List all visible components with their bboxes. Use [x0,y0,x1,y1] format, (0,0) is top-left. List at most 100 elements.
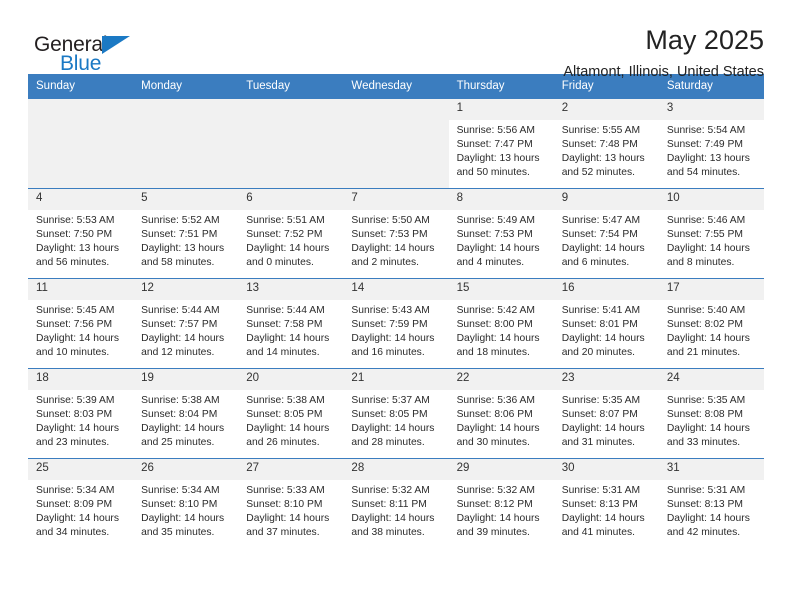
sunset-text: Sunset: 8:04 PM [141,408,218,420]
general-blue-logo[interactable]: General Blue [28,26,143,78]
sunset-text: Sunset: 7:50 PM [36,228,113,240]
calendar-week-row: 1 Sunrise: 5:56 AM Sunset: 7:47 PM Daylight… [28,98,764,189]
location-subtitle: Altamont, Illinois, United States [563,64,764,81]
calendar-day-cell[interactable]: 31 Sunrise: 5:31 AM Sunset: 8:13 PM Dayligh… [658,458,764,549]
calendar-day-cell[interactable]: 8 Sunrise: 5:49 AM Sunset: 7:53 PM Daylight… [448,188,554,279]
sunset-text: Sunset: 7:54 PM [561,228,638,240]
daylight-text: Daylight: 14 hours and 26 minutes. [246,422,330,449]
calendar-day-cell[interactable]: 10 Sunrise: 5:46 AM Sunset: 7:55 PM Dayligh… [658,188,764,279]
calendar-day-cell[interactable]: 20 Sunrise: 5:38 AM Sunset: 8:05 PM Dayligh… [238,368,344,459]
calendar-day-cell-empty [133,98,239,189]
dow-header-thursday: Thursday [448,74,554,99]
day-number: 9 [553,189,659,210]
sunset-text: Sunset: 7:59 PM [351,318,428,330]
sunset-text: Sunset: 8:09 PM [36,498,113,510]
dow-header-tuesday: Tuesday [238,74,344,99]
sunrise-text: Sunrise: 5:31 AM [666,484,746,496]
logo-text-blue: Blue [60,52,102,75]
calendar-day-cell[interactable]: 23 Sunrise: 5:35 AM Sunset: 8:07 PM Dayligh… [553,368,659,459]
day-details: Sunrise: 5:40 AM Sunset: 8:02 PM Daylight:… [659,300,764,361]
day-number: 6 [238,189,344,210]
sunrise-text: Sunrise: 5:32 AM [351,484,430,496]
calendar-day-cell[interactable]: 1 Sunrise: 5:56 AM Sunset: 7:47 PM Daylight… [448,98,554,189]
calendar-day-cell[interactable]: 30 Sunrise: 5:31 AM Sunset: 8:13 PM Dayligh… [553,458,659,549]
sunrise-text: Sunrise: 5:54 AM [666,124,746,136]
calendar-day-cell[interactable]: 3 Sunrise: 5:54 AM Sunset: 7:49 PM Daylight… [658,98,764,189]
calendar-day-cell[interactable]: 16 Sunrise: 5:41 AM Sunset: 8:01 PM Dayligh… [553,278,659,369]
calendar-day-cell[interactable]: 12 Sunrise: 5:44 AM Sunset: 7:57 PM Dayligh… [133,278,239,369]
calendar-day-cell[interactable]: 2 Sunrise: 5:55 AM Sunset: 7:48 PM Daylight… [553,98,659,189]
day-details: Sunrise: 5:43 AM Sunset: 7:59 PM Daylight:… [343,300,448,361]
day-number [343,99,449,108]
calendar-day-cell[interactable]: 13 Sunrise: 5:44 AM Sunset: 7:58 PM Dayligh… [238,278,344,369]
sunset-text: Sunset: 8:13 PM [561,498,638,510]
calendar-day-cell[interactable]: 27 Sunrise: 5:33 AM Sunset: 8:10 PM Dayligh… [238,458,344,549]
day-details: Sunrise: 5:39 AM Sunset: 8:03 PM Daylight:… [28,390,133,451]
calendar-day-cell[interactable]: 28 Sunrise: 5:32 AM Sunset: 8:11 PM Dayligh… [343,458,449,549]
sunset-text: Sunset: 7:53 PM [351,228,428,240]
daylight-text: Daylight: 14 hours and 0 minutes. [246,242,330,269]
day-number: 14 [343,279,449,300]
sunset-text: Sunset: 8:11 PM [351,498,427,510]
sunset-text: Sunset: 7:56 PM [36,318,113,330]
day-details: Sunrise: 5:32 AM Sunset: 8:11 PM Daylight:… [343,480,448,541]
sunset-text: Sunset: 7:55 PM [666,228,743,240]
daylight-text: Daylight: 14 hours and 12 minutes. [141,332,225,359]
calendar-day-cell[interactable]: 24 Sunrise: 5:35 AM Sunset: 8:08 PM Dayligh… [658,368,764,459]
sunrise-text: Sunrise: 5:56 AM [456,124,535,136]
day-details: Sunrise: 5:55 AM Sunset: 7:48 PM Daylight:… [554,120,659,181]
dow-header-wednesday: Wednesday [343,74,449,99]
day-details: Sunrise: 5:54 AM Sunset: 7:49 PM Daylight:… [659,120,764,181]
sunset-text: Sunset: 7:49 PM [666,138,743,150]
day-number: 4 [28,189,134,210]
calendar-week-row: 11 Sunrise: 5:45 AM Sunset: 7:56 PM Dayligh… [28,278,764,369]
calendar-day-cell[interactable]: 29 Sunrise: 5:32 AM Sunset: 8:12 PM Dayligh… [448,458,554,549]
sunset-text: Sunset: 7:57 PM [141,318,218,330]
daylight-text: Daylight: 14 hours and 35 minutes. [141,512,225,539]
day-number: 26 [133,459,239,480]
sunrise-text: Sunrise: 5:37 AM [351,394,430,406]
calendar-day-cell[interactable]: 18 Sunrise: 5:39 AM Sunset: 8:03 PM Dayligh… [28,368,134,459]
sunrise-text: Sunrise: 5:38 AM [246,394,325,406]
day-details: Sunrise: 5:52 AM Sunset: 7:51 PM Daylight:… [133,210,238,271]
calendar-day-cell[interactable]: 17 Sunrise: 5:40 AM Sunset: 8:02 PM Dayligh… [658,278,764,369]
calendar-day-cell[interactable]: 25 Sunrise: 5:34 AM Sunset: 8:09 PM Dayligh… [28,458,134,549]
day-number: 22 [448,369,554,390]
calendar-day-cell[interactable]: 5 Sunrise: 5:52 AM Sunset: 7:51 PM Daylight… [133,188,239,279]
day-details: Sunrise: 5:38 AM Sunset: 8:05 PM Daylight:… [238,390,343,451]
calendar-day-cell[interactable]: 15 Sunrise: 5:42 AM Sunset: 8:00 PM Dayligh… [448,278,554,369]
calendar-day-cell[interactable]: 19 Sunrise: 5:38 AM Sunset: 8:04 PM Dayligh… [133,368,239,459]
day-details: Sunrise: 5:33 AM Sunset: 8:10 PM Daylight:… [238,480,343,541]
day-details: Sunrise: 5:35 AM Sunset: 8:07 PM Daylight:… [554,390,659,451]
calendar-day-cell[interactable]: 14 Sunrise: 5:43 AM Sunset: 7:59 PM Dayligh… [343,278,449,369]
sunset-text: Sunset: 8:06 PM [456,408,533,420]
sunset-text: Sunset: 8:05 PM [246,408,323,420]
calendar-day-cell[interactable]: 21 Sunrise: 5:37 AM Sunset: 8:05 PM Dayligh… [343,368,449,459]
sunset-text: Sunset: 8:13 PM [666,498,743,510]
sunrise-text: Sunrise: 5:49 AM [456,214,535,226]
calendar-day-cell[interactable]: 9 Sunrise: 5:47 AM Sunset: 7:54 PM Daylight… [553,188,659,279]
calendar-day-cell[interactable]: 6 Sunrise: 5:51 AM Sunset: 7:52 PM Daylight… [238,188,344,279]
calendar-day-cell[interactable]: 11 Sunrise: 5:45 AM Sunset: 7:56 PM Dayligh… [28,278,134,369]
day-details: Sunrise: 5:37 AM Sunset: 8:05 PM Daylight:… [343,390,448,451]
title-block: May 2025 Altamont, Illinois, United Stat… [563,25,764,81]
day-details: Sunrise: 5:47 AM Sunset: 7:54 PM Daylight:… [554,210,659,271]
daylight-text: Daylight: 14 hours and 34 minutes. [36,512,119,539]
day-details: Sunrise: 5:45 AM Sunset: 7:56 PM Daylight:… [28,300,133,361]
day-number: 18 [28,369,134,390]
daylight-text: Daylight: 14 hours and 39 minutes. [456,512,540,539]
day-details: Sunrise: 5:31 AM Sunset: 8:13 PM Daylight:… [554,480,659,541]
day-number: 24 [658,369,764,390]
daylight-text: Daylight: 14 hours and 41 minutes. [561,512,645,539]
day-number: 15 [448,279,554,300]
calendar-day-cell[interactable]: 22 Sunrise: 5:36 AM Sunset: 8:06 PM Dayligh… [448,368,554,459]
day-number: 21 [343,369,449,390]
sunset-text: Sunset: 8:03 PM [36,408,113,420]
calendar-day-cell[interactable]: 26 Sunrise: 5:34 AM Sunset: 8:10 PM Dayligh… [133,458,239,549]
day-number: 28 [343,459,449,480]
sunrise-text: Sunrise: 5:36 AM [456,394,535,406]
calendar-day-cell[interactable]: 7 Sunrise: 5:50 AM Sunset: 7:53 PM Daylight… [343,188,449,279]
calendar-day-cell-empty [28,98,134,189]
calendar-day-cell[interactable]: 4 Sunrise: 5:53 AM Sunset: 7:50 PM Daylight… [28,188,134,279]
day-number: 29 [448,459,554,480]
